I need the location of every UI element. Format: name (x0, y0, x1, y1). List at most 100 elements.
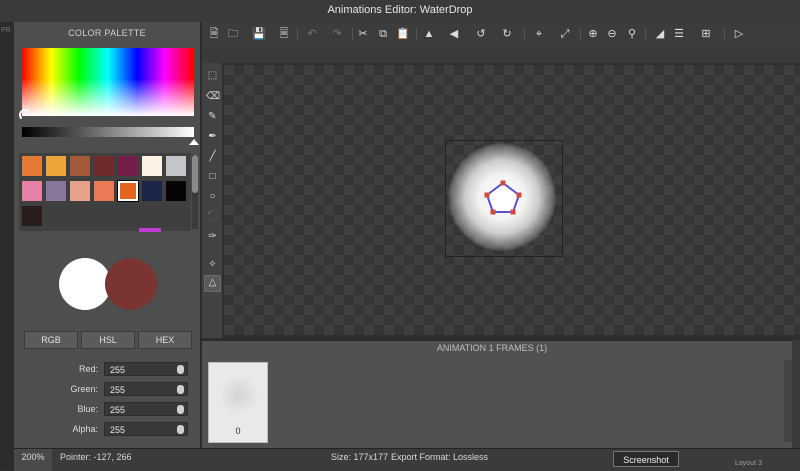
crop-icon[interactable]: ⌖ (532, 27, 546, 41)
color-palette-panel: COLOR PALETTE RGB HSL HEX Red: 255 Green… (14, 22, 201, 448)
color-spectrum-picker[interactable] (19, 48, 194, 121)
color-swatch[interactable] (46, 206, 66, 226)
paste-icon[interactable]: 📋 (396, 27, 410, 41)
open-folder-icon[interactable]: 🗀 (226, 27, 240, 41)
toolbar-separator (297, 28, 298, 40)
rectangle-tool-icon[interactable]: □ (206, 170, 219, 183)
alpha-field[interactable]: 255 (104, 422, 188, 436)
color-swatch[interactable] (22, 156, 42, 176)
pencil-tool-icon[interactable]: ✎ (206, 110, 219, 123)
color-swatch[interactable] (118, 156, 138, 176)
green-label: Green: (70, 384, 98, 394)
save-icon[interactable]: 💾 (252, 27, 266, 41)
blue-label: Blue: (77, 404, 98, 414)
title-bar: Animations Editor: WaterDrop (0, 0, 800, 23)
color-swatch[interactable] (46, 181, 66, 201)
eyedropper-tool-icon[interactable]: ✑ (206, 230, 219, 243)
redo-icon[interactable]: ↷ (330, 27, 344, 41)
new-file-icon[interactable]: 🗎 (207, 27, 221, 41)
frame-number: 0 (235, 426, 241, 436)
vertex-handle[interactable] (484, 192, 490, 198)
color-swatch[interactable] (166, 156, 186, 176)
spectrum-cursor[interactable] (19, 109, 31, 121)
rgb-mode-button[interactable]: RGB (24, 331, 78, 349)
eraser-tool-icon[interactable]: ⌫ (206, 90, 220, 103)
selection-tool-icon[interactable]: ⬚ (206, 69, 219, 82)
grid-icon[interactable]: ⊞ (699, 27, 713, 41)
zoom-in-icon[interactable]: ⊕ (586, 27, 600, 41)
color-swatch[interactable] (94, 181, 114, 201)
green-field[interactable]: 255 (104, 382, 188, 396)
red-label: Red: (78, 364, 98, 374)
red-field[interactable]: 255 (104, 362, 188, 376)
fill-tool-icon[interactable]: ⚫ (206, 210, 219, 223)
hsl-mode-button[interactable]: HSL (81, 331, 135, 349)
color-swatch[interactable] (22, 181, 42, 201)
color-swatch[interactable] (118, 206, 138, 226)
animation-frames-panel (202, 340, 800, 449)
window-title: Animations Editor: WaterDrop (327, 4, 473, 16)
rotate-right-icon[interactable]: ↻ (500, 27, 514, 41)
vertex-handle[interactable] (516, 192, 522, 198)
color-swatch[interactable] (142, 181, 162, 201)
magic-wand-tool-icon[interactable]: ✧ (206, 258, 219, 271)
zoom-fit-icon[interactable]: ⚲ (625, 27, 639, 41)
swatch-scrollbar[interactable] (192, 155, 198, 229)
vertex-handle[interactable] (490, 209, 496, 215)
brightness-slider-handle[interactable] (189, 139, 199, 145)
swatch-partial-row[interactable] (139, 228, 161, 232)
resize-icon[interactable]: ⤢ (558, 27, 572, 41)
color-swatch[interactable] (142, 206, 162, 226)
color-swatch[interactable] (70, 206, 90, 226)
play-icon[interactable]: ▷ (732, 27, 746, 41)
pentagon-shape[interactable] (480, 178, 526, 218)
color-swatch[interactable] (117, 180, 139, 202)
color-swatch[interactable] (142, 156, 162, 176)
vertex-handle[interactable] (500, 180, 506, 186)
vertex-tool-icon[interactable]: △ (204, 275, 221, 292)
rotate-left-icon[interactable]: ↺ (474, 27, 488, 41)
frame-thumbnail[interactable]: 0 (208, 362, 268, 443)
canvas-size: Size: 177x177 (331, 452, 389, 462)
color-swatch[interactable] (166, 181, 186, 201)
red-stepper-icon[interactable] (177, 365, 184, 374)
swatch-scrollbar-thumb[interactable] (192, 155, 198, 193)
layers-icon[interactable]: ☰ (672, 27, 686, 41)
primary-color-preview[interactable] (59, 258, 111, 310)
color-swatch[interactable] (22, 206, 42, 226)
copy-icon[interactable]: ⧉ (376, 27, 390, 41)
hex-mode-button[interactable]: HEX (138, 331, 192, 349)
secondary-color-preview[interactable] (105, 258, 157, 310)
zoom-level[interactable]: 200% (14, 449, 52, 471)
toolbar-separator (524, 28, 525, 40)
zoom-out-icon[interactable]: ⊖ (605, 27, 619, 41)
color-swatch[interactable] (46, 156, 66, 176)
undo-icon[interactable]: ↶ (305, 27, 319, 41)
blue-stepper-icon[interactable] (177, 405, 184, 414)
cut-icon[interactable]: ✂ (356, 27, 370, 41)
animation-frames-title: ANIMATION 1 FRAMES (1) (436, 343, 548, 353)
flip-horizontal-icon[interactable]: ▲ (422, 27, 436, 41)
alpha-stepper-icon[interactable] (177, 425, 184, 434)
vertex-handle[interactable] (510, 209, 516, 215)
frames-scrollbar[interactable] (784, 360, 792, 442)
export-icon[interactable]: 🗏 (277, 27, 291, 41)
green-value: 255 (110, 385, 126, 395)
green-stepper-icon[interactable] (177, 385, 184, 394)
pointer-coordinates: Pointer: -127, 266 (60, 452, 132, 462)
toolbar-separator (645, 28, 646, 40)
brightness-slider[interactable] (22, 127, 194, 137)
brush-tool-icon[interactable]: ✒ (206, 130, 219, 143)
flip-vertical-icon[interactable]: ◀ (447, 27, 461, 41)
color-swatch[interactable] (94, 206, 114, 226)
color-swatch[interactable] (94, 156, 114, 176)
line-tool-icon[interactable]: ╱ (206, 150, 219, 163)
color-adjust-icon[interactable]: ◢ (653, 27, 667, 41)
blue-field[interactable]: 255 (104, 402, 188, 416)
alpha-value: 255 (110, 425, 126, 435)
color-swatch[interactable] (70, 181, 90, 201)
color-swatch[interactable] (166, 206, 186, 226)
color-swatch[interactable] (70, 156, 90, 176)
toolbar-separator (352, 28, 353, 40)
ellipse-tool-icon[interactable]: ○ (206, 190, 219, 203)
